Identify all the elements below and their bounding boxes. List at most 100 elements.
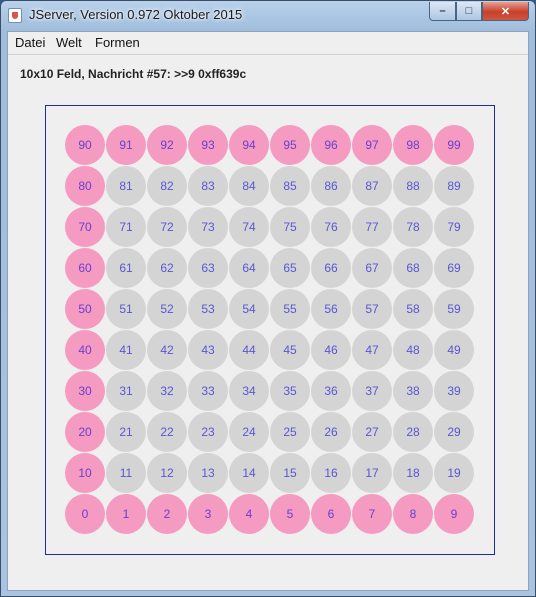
board-cell-47[interactable]: 47 — [352, 330, 392, 370]
board-cell-78[interactable]: 78 — [393, 207, 433, 247]
board-cell-6[interactable]: 6 — [311, 494, 351, 534]
board-cell-88[interactable]: 88 — [393, 166, 433, 206]
board-cell-22[interactable]: 22 — [147, 412, 187, 452]
title-bar[interactable]: JServer, Version 0.972 Oktober 2015 – □ … — [1, 1, 535, 31]
board-cell-70[interactable]: 70 — [65, 207, 105, 247]
board-cell-4[interactable]: 4 — [229, 494, 269, 534]
board-cell-36[interactable]: 36 — [311, 371, 351, 411]
board-cell-31[interactable]: 31 — [106, 371, 146, 411]
board-cell-21[interactable]: 21 — [106, 412, 146, 452]
board-cell-80[interactable]: 80 — [65, 166, 105, 206]
board-cell-53[interactable]: 53 — [188, 289, 228, 329]
board-cell-83[interactable]: 83 — [188, 166, 228, 206]
board-cell-61[interactable]: 61 — [106, 248, 146, 288]
board-cell-5[interactable]: 5 — [270, 494, 310, 534]
board-cell-77[interactable]: 77 — [352, 207, 392, 247]
board-cell-35[interactable]: 35 — [270, 371, 310, 411]
board-cell-49[interactable]: 49 — [434, 330, 474, 370]
board-cell-45[interactable]: 45 — [270, 330, 310, 370]
board-cell-58[interactable]: 58 — [393, 289, 433, 329]
board-cell-42[interactable]: 42 — [147, 330, 187, 370]
board-cell-62[interactable]: 62 — [147, 248, 187, 288]
board-cell-2[interactable]: 2 — [147, 494, 187, 534]
board-cell-12[interactable]: 12 — [147, 453, 187, 493]
board-cell-87[interactable]: 87 — [352, 166, 392, 206]
board-cell-56[interactable]: 56 — [311, 289, 351, 329]
board-cell-34[interactable]: 34 — [229, 371, 269, 411]
board-cell-54[interactable]: 54 — [229, 289, 269, 329]
board-cell-74[interactable]: 74 — [229, 207, 269, 247]
board-cell-0[interactable]: 0 — [65, 494, 105, 534]
board-cell-40[interactable]: 40 — [65, 330, 105, 370]
board-cell-94[interactable]: 94 — [229, 125, 269, 165]
board-cell-15[interactable]: 15 — [270, 453, 310, 493]
board-cell-98[interactable]: 98 — [393, 125, 433, 165]
board-cell-92[interactable]: 92 — [147, 125, 187, 165]
board-cell-81[interactable]: 81 — [106, 166, 146, 206]
board-cell-52[interactable]: 52 — [147, 289, 187, 329]
board-cell-41[interactable]: 41 — [106, 330, 146, 370]
board-cell-16[interactable]: 16 — [311, 453, 351, 493]
minimize-button[interactable]: – — [429, 2, 456, 21]
board-cell-11[interactable]: 11 — [106, 453, 146, 493]
board-cell-27[interactable]: 27 — [352, 412, 392, 452]
board-cell-55[interactable]: 55 — [270, 289, 310, 329]
board-cell-43[interactable]: 43 — [188, 330, 228, 370]
board-cell-95[interactable]: 95 — [270, 125, 310, 165]
board-cell-24[interactable]: 24 — [229, 412, 269, 452]
board-cell-68[interactable]: 68 — [393, 248, 433, 288]
board-cell-33[interactable]: 33 — [188, 371, 228, 411]
board-cell-9[interactable]: 9 — [434, 494, 474, 534]
menu-welt[interactable]: Welt — [56, 35, 82, 50]
board-cell-90[interactable]: 90 — [65, 125, 105, 165]
board-cell-57[interactable]: 57 — [352, 289, 392, 329]
board-cell-37[interactable]: 37 — [352, 371, 392, 411]
board-cell-51[interactable]: 51 — [106, 289, 146, 329]
board-cell-30[interactable]: 30 — [65, 371, 105, 411]
board-cell-8[interactable]: 8 — [393, 494, 433, 534]
board-cell-79[interactable]: 79 — [434, 207, 474, 247]
board-cell-67[interactable]: 67 — [352, 248, 392, 288]
board-cell-28[interactable]: 28 — [393, 412, 433, 452]
board-cell-96[interactable]: 96 — [311, 125, 351, 165]
board-cell-48[interactable]: 48 — [393, 330, 433, 370]
board-cell-82[interactable]: 82 — [147, 166, 187, 206]
board-cell-85[interactable]: 85 — [270, 166, 310, 206]
board-cell-1[interactable]: 1 — [106, 494, 146, 534]
board-cell-26[interactable]: 26 — [311, 412, 351, 452]
board-cell-89[interactable]: 89 — [434, 166, 474, 206]
board-cell-23[interactable]: 23 — [188, 412, 228, 452]
board-cell-86[interactable]: 86 — [311, 166, 351, 206]
board-cell-66[interactable]: 66 — [311, 248, 351, 288]
menu-datei[interactable]: Datei — [15, 35, 45, 50]
game-board[interactable]: 0 1 2 3 4 5 6 7 8 9 10 11 12 13 14 15 16 17 18 19 20 21 22 23 24… — [45, 105, 495, 555]
close-button[interactable]: ✕ — [482, 2, 529, 21]
board-cell-17[interactable]: 17 — [352, 453, 392, 493]
board-cell-44[interactable]: 44 — [229, 330, 269, 370]
board-cell-84[interactable]: 84 — [229, 166, 269, 206]
maximize-button[interactable]: □ — [456, 2, 482, 21]
board-cell-99[interactable]: 99 — [434, 125, 474, 165]
board-cell-7[interactable]: 7 — [352, 494, 392, 534]
java-app-icon[interactable] — [8, 8, 22, 23]
board-cell-29[interactable]: 29 — [434, 412, 474, 452]
board-cell-73[interactable]: 73 — [188, 207, 228, 247]
board-cell-75[interactable]: 75 — [270, 207, 310, 247]
board-cell-71[interactable]: 71 — [106, 207, 146, 247]
board-cell-64[interactable]: 64 — [229, 248, 269, 288]
board-cell-13[interactable]: 13 — [188, 453, 228, 493]
board-cell-72[interactable]: 72 — [147, 207, 187, 247]
board-cell-19[interactable]: 19 — [434, 453, 474, 493]
menu-formen[interactable]: Formen — [95, 35, 140, 50]
board-cell-59[interactable]: 59 — [434, 289, 474, 329]
board-cell-60[interactable]: 60 — [65, 248, 105, 288]
board-cell-14[interactable]: 14 — [229, 453, 269, 493]
board-cell-91[interactable]: 91 — [106, 125, 146, 165]
board-cell-76[interactable]: 76 — [311, 207, 351, 247]
board-cell-69[interactable]: 69 — [434, 248, 474, 288]
board-cell-18[interactable]: 18 — [393, 453, 433, 493]
board-cell-46[interactable]: 46 — [311, 330, 351, 370]
board-cell-38[interactable]: 38 — [393, 371, 433, 411]
board-cell-93[interactable]: 93 — [188, 125, 228, 165]
board-cell-20[interactable]: 20 — [65, 412, 105, 452]
